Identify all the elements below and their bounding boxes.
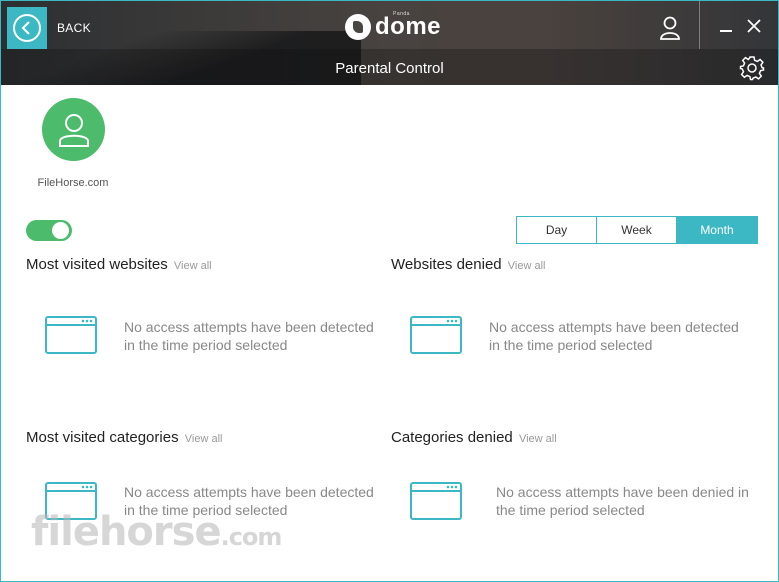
gear-icon[interactable] (739, 55, 765, 81)
most-visited-categories-view-all[interactable]: View all (185, 433, 223, 445)
back-button[interactable] (7, 7, 47, 49)
most-visited-categories-title: Most visited categories View all (26, 429, 223, 446)
websites-denied-empty-message: No access attempts have been detected in… (489, 319, 739, 353)
back-label[interactable]: BACK (57, 21, 91, 35)
period-month-button[interactable]: Month (677, 217, 757, 243)
close-icon (747, 19, 761, 33)
toggle-knob (52, 222, 69, 239)
header: BACK Panda dome Parental Control (1, 1, 778, 85)
close-button[interactable] (745, 17, 763, 35)
period-week-button[interactable]: Week (597, 217, 677, 243)
minimize-icon (720, 30, 732, 32)
most-visited-websites-empty-message: No access attempts have been detected in… (124, 319, 374, 353)
websites-denied-title: Websites denied View all (391, 256, 546, 273)
filehorse-watermark: filehorse.com (31, 509, 282, 555)
period-selector: Day Week Month (516, 216, 758, 244)
chevron-left-icon (13, 14, 41, 42)
most-visited-websites-view-all[interactable]: View all (174, 260, 212, 272)
avatar[interactable] (42, 98, 105, 161)
panda-logo-icon (345, 14, 371, 40)
browser-window-icon (45, 316, 97, 354)
user-account-icon[interactable] (659, 16, 681, 40)
logo-brand-small: Panda (393, 11, 410, 17)
page-title: Parental Control (335, 60, 444, 77)
header-separator (699, 1, 700, 49)
categories-denied-view-all[interactable]: View all (519, 433, 557, 445)
browser-window-icon (410, 482, 462, 520)
protection-toggle[interactable] (26, 220, 72, 241)
minimize-button[interactable] (717, 17, 735, 35)
browser-window-icon (410, 316, 462, 354)
dome-logo: Panda dome (345, 11, 442, 41)
logo-text: dome (375, 13, 442, 40)
categories-denied-empty-message: No access attempts have been denied in t… (496, 484, 749, 518)
period-day-button[interactable]: Day (517, 217, 597, 243)
user-icon (58, 113, 89, 147)
app-window: BACK Panda dome Parental Control FileHor… (0, 0, 779, 582)
websites-denied-view-all[interactable]: View all (508, 260, 546, 272)
profile-name: FileHorse.com (37, 177, 109, 189)
most-visited-websites-title: Most visited websites View all (26, 256, 212, 273)
categories-denied-title: Categories denied View all (391, 429, 557, 446)
